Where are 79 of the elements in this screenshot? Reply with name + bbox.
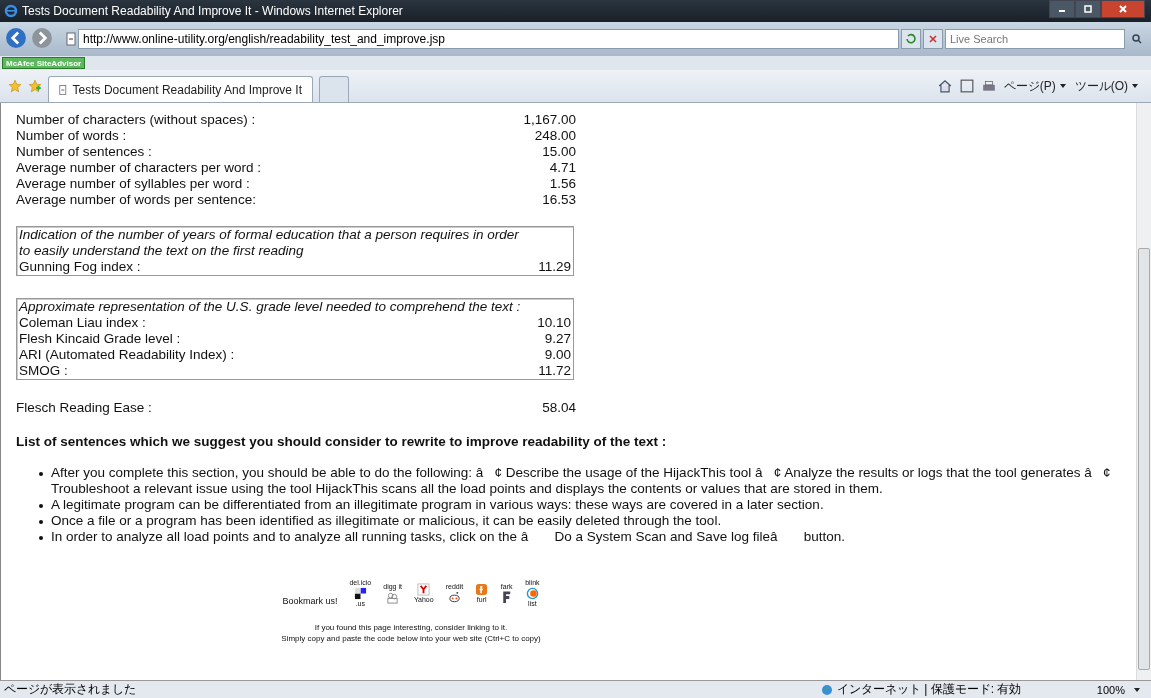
alien-icon[interactable]: [447, 591, 461, 604]
refresh-icon: [905, 33, 917, 45]
browser-tab[interactable]: Tests Document Readability And Improve It: [48, 76, 313, 102]
index-value: 11.72: [538, 363, 571, 379]
suggestion-text: Once a file or a program has been identified as illegitimate or malicious, it can be easily deleted through the tool.: [51, 513, 722, 529]
stat-label: Average number of syllables per word :: [16, 176, 250, 192]
index-value: 10.10: [537, 315, 571, 331]
stat-label: Number of words :: [16, 128, 127, 144]
page-icon: [59, 82, 67, 97]
caret-icon: [1131, 82, 1139, 90]
suggestion-text: After you complete this section, you should be able to do the following: â ¢ Describe the usage of the HijackThis tool â ¢ Analyze the results or logs that the tool generates â ¢ Troubleshoot a relevant issue using the tool HijackThis scans all the load points and displays the contents or values that are stored in them.: [51, 465, 1112, 497]
reading-ease-label: Flesch Reading Ease :: [16, 400, 152, 416]
status-message: ページが表示されました: [4, 681, 137, 698]
stop-button[interactable]: [923, 29, 943, 49]
bullet-icon: [39, 504, 43, 508]
minimize-button[interactable]: [1049, 0, 1075, 18]
y-logo-icon[interactable]: [417, 583, 431, 596]
suggestion-text: In order to analyze all load points and to analyze all running tasks, click on the â Do a System Scan and Save log fileâ button.: [51, 529, 845, 545]
forward-button[interactable]: [30, 27, 54, 51]
index-value: 11.29: [538, 259, 571, 275]
f-logo-icon[interactable]: [475, 583, 489, 596]
caret-icon: [1058, 82, 1067, 90]
page-icon: [66, 32, 76, 46]
stat-label: Number of sentences :: [16, 144, 152, 160]
bullet-icon: [39, 536, 43, 540]
stat-value: 16.53: [542, 192, 576, 208]
zoom-button[interactable]: 100%: [1090, 683, 1147, 696]
address-field[interactable]: http://www.online-utility.org/english/readability_test_and_improve.jsp: [78, 29, 899, 49]
maximize-icon: [1083, 4, 1093, 14]
page-menu[interactable]: ページ(P): [1003, 77, 1067, 95]
index-label: Coleman Liau index :: [19, 315, 146, 331]
index-label: Flesh Kincaid Grade level :: [19, 331, 181, 347]
stat-value: 1,167.00: [523, 112, 576, 128]
bullet-icon: [39, 520, 43, 524]
people-icon[interactable]: [386, 591, 400, 604]
squares-icon[interactable]: [353, 587, 367, 600]
stat-value: 248.00: [534, 128, 576, 144]
stat-label: Average number of words per sentence:: [16, 192, 256, 208]
close-icon: [1118, 4, 1128, 14]
globe-icon: [820, 683, 833, 696]
printer-icon[interactable]: [981, 79, 996, 93]
scrollbar[interactable]: [1136, 103, 1151, 680]
maximize-button[interactable]: [1075, 0, 1101, 18]
search-field[interactable]: Live Search: [945, 29, 1125, 49]
index-value: 9.27: [544, 331, 571, 347]
stat-label: Average number of characters per word :: [16, 160, 262, 176]
bullet-icon: [39, 472, 43, 476]
suggestion-text: A legitimate program can be differentiated from an illegitimate program in various ways: these ways are covered in a later section.: [51, 497, 824, 513]
refresh-button[interactable]: [901, 29, 921, 49]
close-button[interactable]: [1101, 0, 1145, 18]
stop-icon: [927, 33, 939, 45]
add-favorite-icon[interactable]: [28, 79, 42, 93]
linking-text: If you found this page interesting, consider linking to it.: [313, 622, 509, 633]
home-icon[interactable]: [937, 79, 952, 93]
search-icon: [1131, 33, 1143, 45]
stat-value: 15.00: [542, 144, 576, 160]
target-icon[interactable]: [525, 587, 539, 600]
index-label: SMOG :: [19, 363, 68, 379]
group-description: Approximate representation of the U.S. grade level needed to comprehend the text :: [19, 299, 522, 315]
index-value: 9.00: [544, 347, 571, 363]
reading-ease-value: 58.04: [542, 400, 576, 416]
stat-value: 1.56: [549, 176, 576, 192]
linking-text: Simply copy and paste the code below into your web site (Ctrl+C to copy): [280, 633, 542, 644]
stat-label: Number of characters (without spaces) :: [16, 112, 256, 128]
favorites-star-icon[interactable]: [8, 79, 22, 93]
bookmark-label: Bookmark us!: [282, 595, 338, 606]
stat-value: 4.71: [549, 160, 576, 176]
window-title: Tests Document Readability And Improve It - Windows Internet Explorer: [22, 4, 404, 18]
caret-icon: [1133, 685, 1141, 694]
security-zone: インターネット | 保護モード: 有効: [836, 681, 1023, 698]
group-description: Indication of the number of years of formal education that a person requires in order to easily understand the text on the first reading: [19, 227, 520, 259]
index-label: ARI (Automated Readability Index) :: [19, 347, 235, 363]
browser-logo-icon: [4, 4, 18, 18]
back-button[interactable]: [4, 27, 28, 51]
index-label: Gunning Fog index :: [19, 259, 141, 275]
tools-menu[interactable]: ツール(O): [1074, 77, 1139, 95]
scrollbar-thumb[interactable]: [1138, 248, 1150, 670]
feed-icon[interactable]: [959, 79, 974, 93]
suggestions-heading: List of sentences which we suggest you should consider to rewrite to improve readability of the text :: [16, 434, 668, 449]
